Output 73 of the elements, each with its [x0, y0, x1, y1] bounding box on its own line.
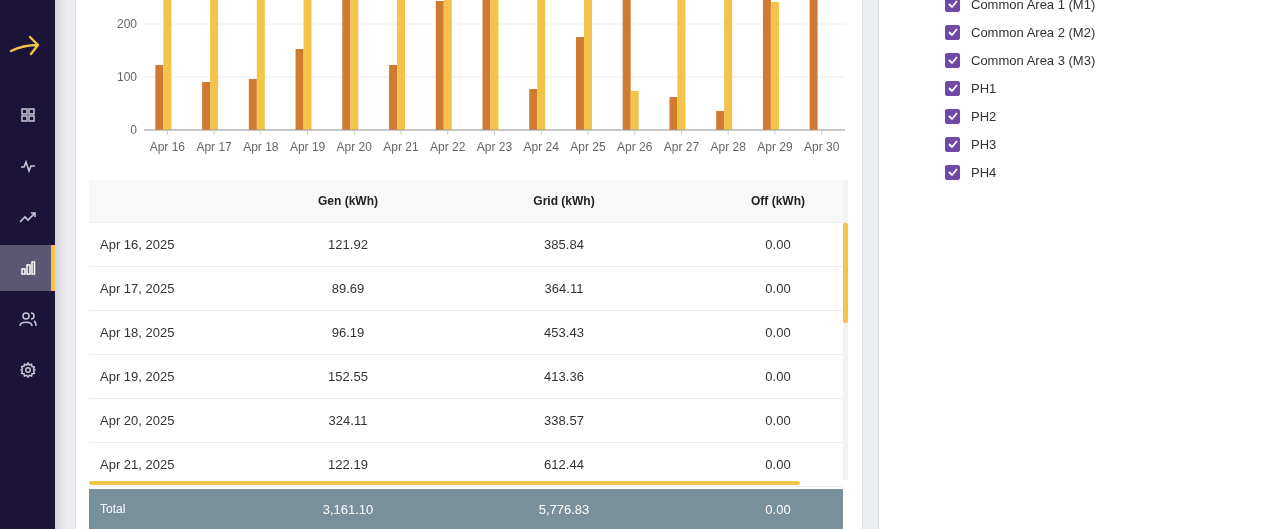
checkbox[interactable] [945, 164, 960, 180]
vertical-scrollbar[interactable] [843, 180, 848, 480]
table-cell-text: 413.36 [543, 369, 585, 384]
total-cell-text: 5,776.83 [537, 501, 591, 517]
table-cell-text: 364.11 [543, 281, 585, 296]
table-cell-text: 324.11 [327, 413, 369, 428]
table-cell-text: Apr 16, 2025 [99, 237, 176, 252]
table-cell-text: Apr 20, 2025 [99, 413, 176, 428]
x-tick-label: Apr 30 [803, 140, 840, 154]
arrow-logo-icon [9, 33, 41, 57]
horizontal-scrollbar[interactable] [89, 481, 800, 485]
table-cell-text: 0.00 [764, 281, 792, 296]
table-cell-text: 0.00 [764, 457, 792, 472]
bar-chart-icon [19, 260, 36, 276]
x-tick-label: Apr 19 [289, 140, 326, 154]
meter-label: Common Area 3 (M3) [971, 52, 1096, 68]
x-tick-label: Apr 17 [196, 140, 232, 154]
y-tick-label: 0 [130, 123, 137, 137]
y-tick-label: 100 [116, 70, 137, 84]
x-tick-label: Apr 24 [523, 140, 559, 154]
table-cell-text: 338.57 [543, 413, 585, 428]
table-cell-text: 0.00 [764, 325, 792, 340]
checkbox[interactable] [945, 80, 960, 96]
table-cell-text: 122.19 [327, 457, 369, 472]
column-header: Gen (kWh) [317, 194, 379, 208]
pulse-icon [19, 158, 36, 174]
checkbox[interactable] [945, 136, 960, 152]
meter-label: PH1 [971, 80, 997, 96]
users-icon [18, 311, 37, 327]
table-cell-text: Apr 21, 2025 [99, 457, 176, 472]
x-tick-label: Apr 23 [476, 140, 513, 154]
table-cell-text: 0.00 [764, 237, 792, 252]
checkbox[interactable] [945, 52, 960, 68]
table-cell-text: 385.84 [543, 237, 585, 252]
table-cell-text: 152.55 [327, 369, 369, 384]
x-tick-label: Apr 16 [149, 140, 186, 154]
total-cell-text: 3,161.10 [321, 501, 375, 517]
table-cell-text: 96.19 [330, 325, 366, 340]
meter-label: PH2 [971, 108, 997, 124]
meter-label: PH4 [971, 164, 997, 180]
table-cell-text: 89.69 [330, 281, 366, 296]
checkbox[interactable] [945, 0, 960, 12]
total-cell-text: Total [99, 502, 127, 516]
table-cell-text: 121.92 [327, 237, 369, 252]
column-header: Grid (kWh) [532, 194, 596, 208]
x-tick-label: Apr 21 [383, 140, 419, 154]
checkbox[interactable] [945, 24, 960, 40]
table-cell-text: Apr 19, 2025 [99, 369, 176, 384]
x-tick-label: Apr 22 [430, 140, 466, 154]
table-cell-text: 0.00 [764, 413, 792, 428]
table-cell-text: Apr 17, 2025 [99, 281, 176, 296]
x-tick-label: Apr 20 [336, 140, 372, 154]
y-tick-label: 200 [116, 17, 137, 31]
column-header: Off (kWh) [750, 194, 806, 208]
trend-up-icon [18, 209, 37, 225]
table-cell-text: 0.00 [764, 369, 792, 384]
x-tick-label: Apr 25 [570, 140, 606, 154]
x-tick-label: Apr 28 [710, 140, 746, 154]
total-cell-text: 0.00 [764, 501, 792, 517]
table-cell-text: Apr 18, 2025 [99, 325, 176, 340]
meter-label: Common Area 2 (M2) [971, 24, 1096, 40]
x-tick-label: Apr 26 [617, 140, 653, 154]
settings-icon [19, 362, 36, 378]
x-tick-label: Apr 18 [243, 140, 279, 154]
nav-item[interactable] [0, 245, 55, 291]
meter-label: Common Area 1 (M1) [971, 0, 1096, 12]
checkbox[interactable] [945, 108, 960, 124]
meter-label: PH3 [971, 136, 997, 152]
dashboard-grid-icon [19, 107, 36, 123]
x-tick-label: Apr 29 [757, 140, 793, 154]
x-tick-label: Apr 27 [663, 140, 700, 154]
table-cell-text: 453.43 [543, 325, 585, 340]
table-cell-text: 612.44 [543, 457, 585, 472]
